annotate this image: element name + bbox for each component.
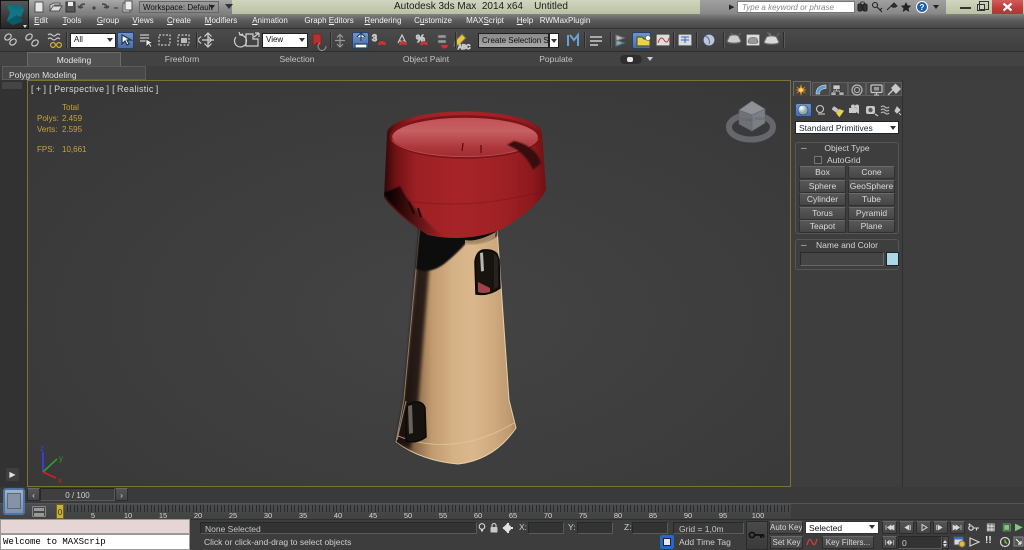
svg-text:ABC: ABC bbox=[458, 45, 471, 51]
svg-text:?: ? bbox=[920, 3, 925, 12]
svg-text:RIGHT: RIGHT bbox=[755, 117, 767, 121]
svg-text:FRONT: FRONT bbox=[741, 118, 754, 122]
svg-text:y: y bbox=[59, 454, 63, 463]
svg-text:x: x bbox=[58, 476, 62, 485]
svg-text:3: 3 bbox=[372, 33, 377, 43]
svg-text:z: z bbox=[40, 444, 44, 453]
